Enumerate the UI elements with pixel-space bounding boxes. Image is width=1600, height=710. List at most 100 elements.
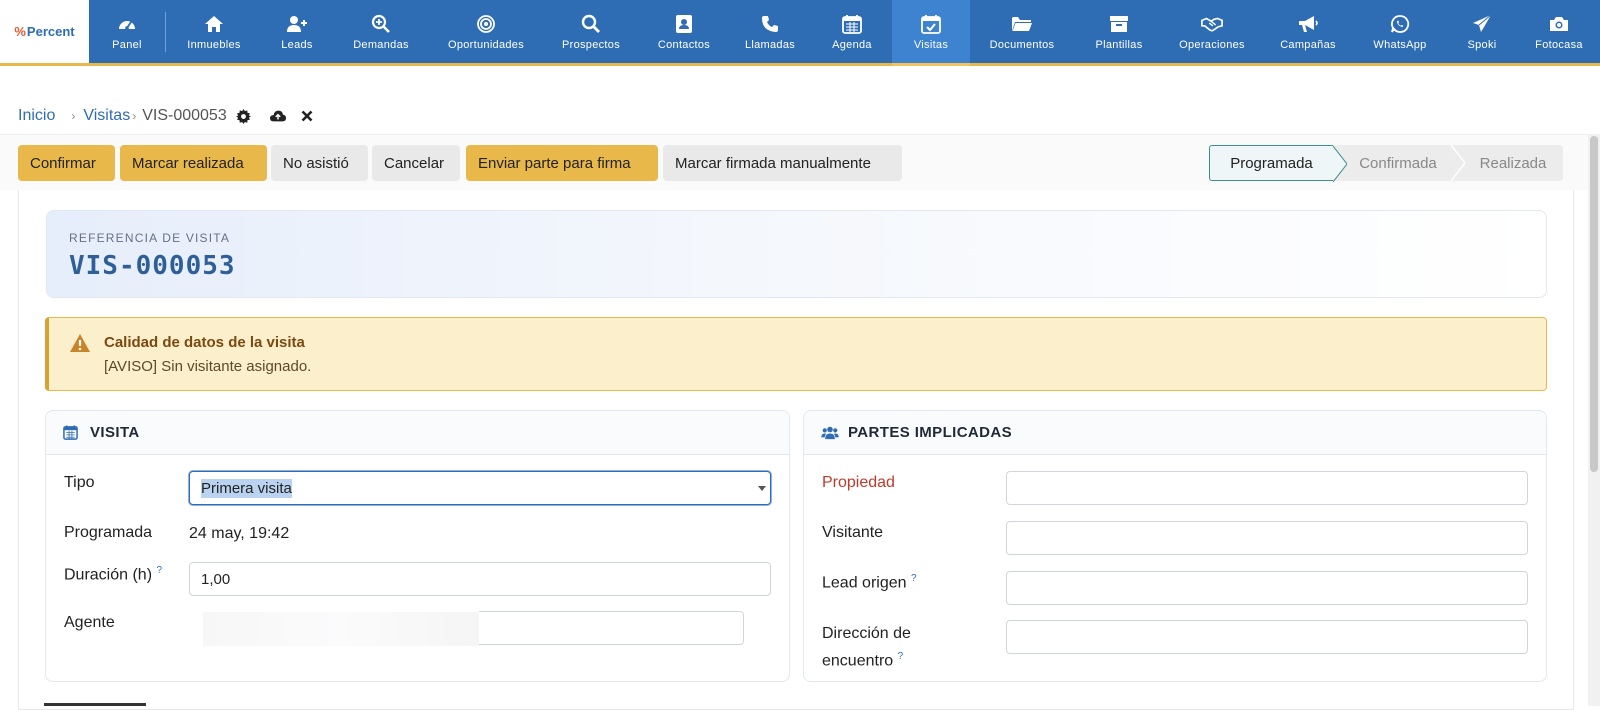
direccion-encuentro-input[interactable]	[1006, 620, 1528, 654]
nav-item-leads[interactable]: Leads	[262, 0, 332, 63]
chevron-down-icon	[758, 486, 766, 491]
breadcrumb-home-link[interactable]: Inicio	[18, 107, 55, 125]
phone-icon	[759, 13, 781, 35]
breadcrumb-visitas-link[interactable]: Visitas	[83, 107, 130, 125]
calendar-check-icon	[920, 13, 942, 35]
warning-icon	[70, 334, 90, 352]
close-icon[interactable]	[299, 108, 315, 124]
camera-icon	[1548, 13, 1570, 35]
lead-origen-input[interactable]	[1006, 571, 1528, 605]
nav-item-contactos[interactable]: Contactos	[640, 0, 728, 63]
tipo-selected-value: Primera visita	[201, 478, 292, 498]
nav-item-prospectos[interactable]: Prospectos	[542, 0, 640, 63]
nav-label: Operaciones	[1179, 38, 1245, 51]
home-icon	[203, 13, 225, 35]
breadcrumb-separator: ›	[71, 109, 76, 123]
gear-icon[interactable]	[236, 108, 252, 124]
mark-done-button[interactable]: Marcar realizada	[120, 145, 267, 181]
nav-item-documentos[interactable]: Documentos	[970, 0, 1074, 63]
help-icon[interactable]: ?	[156, 565, 162, 576]
nav-item-demandas[interactable]: Demandas	[332, 0, 430, 63]
nav-label: Plantillas	[1095, 38, 1143, 51]
users-icon	[821, 425, 839, 441]
page-scrollbar[interactable]	[1588, 134, 1600, 706]
nav-label: Leads	[281, 38, 313, 51]
whatsapp-icon	[1389, 13, 1411, 35]
top-navigation: % Percent Panel Inmuebles Leads Demandas …	[0, 0, 1600, 66]
programada-label: Programada	[64, 524, 153, 541]
folder-open-icon	[1011, 13, 1033, 35]
nav-label: Llamadas	[744, 38, 796, 51]
scrollbar-thumb[interactable]	[1590, 136, 1598, 472]
breadcrumb: Inicio › Visitas › VIS-000053	[18, 104, 315, 128]
propiedad-label: Propiedad	[822, 474, 895, 491]
nav-item-operaciones[interactable]: Operaciones	[1164, 0, 1260, 63]
nav-item-spoki[interactable]: Spoki	[1444, 0, 1520, 63]
nav-item-llamadas[interactable]: Llamadas	[728, 0, 812, 63]
duracion-label: Duración (h) ?	[64, 565, 162, 584]
nav-item-agenda[interactable]: Agenda	[812, 0, 892, 63]
action-bar: Confirmar Marcar realizada No asistió Ca…	[0, 134, 1588, 190]
stage-programada[interactable]: Programada	[1209, 145, 1347, 182]
nav-item-inmuebles[interactable]: Inmuebles	[166, 0, 262, 63]
nav-label: Inmuebles	[187, 38, 241, 51]
megaphone-icon	[1297, 13, 1319, 35]
tipo-select[interactable]: Primera visita	[189, 471, 771, 505]
visit-card-title: VISITA	[90, 424, 140, 441]
cancel-button[interactable]: Cancelar	[372, 145, 460, 181]
search-plus-icon	[370, 13, 392, 35]
direccion-label-line2: encuentro	[822, 652, 894, 670]
nav-label: Panel	[112, 38, 142, 51]
propiedad-input[interactable]	[1006, 471, 1528, 505]
lead-origen-label-text: Lead origen	[822, 574, 907, 592]
nav-label: Oportunidades	[447, 38, 525, 51]
agente-avatar-area	[203, 612, 480, 646]
programada-value: 24 may, 19:42	[189, 525, 290, 542]
nav-label: Fotocasa	[1535, 38, 1583, 51]
agente-label: Agente	[64, 614, 115, 631]
nav-item-visitas[interactable]: Visitas	[892, 0, 970, 66]
send-for-signature-button[interactable]: Enviar parte para firma	[466, 145, 658, 181]
nav-label: Contactos	[657, 38, 711, 51]
stage-label: Programada	[1230, 154, 1313, 172]
agente-select[interactable]	[479, 611, 744, 645]
nav-item-fotocasa[interactable]: Fotocasa	[1520, 0, 1598, 63]
visitante-input[interactable]	[1006, 521, 1528, 555]
breadcrumb-separator: ›	[132, 109, 137, 123]
parties-card-header: PARTES IMPLICADAS	[804, 411, 1546, 455]
no-show-button[interactable]: No asistió	[271, 145, 368, 181]
nav-label: Spoki	[1467, 38, 1497, 51]
stage-confirmada[interactable]: Confirmada	[1333, 145, 1465, 181]
parties-card-title: PARTES IMPLICADAS	[848, 424, 1013, 441]
help-icon[interactable]: ?	[898, 651, 904, 662]
status-stages: Programada Confirmada Realizada	[1209, 145, 1563, 182]
duracion-input[interactable]: 1,00	[189, 562, 771, 596]
confirm-button[interactable]: Confirmar	[18, 145, 115, 181]
user-plus-icon	[286, 13, 308, 35]
stage-arrow-icon	[1333, 146, 1347, 182]
breadcrumb-current: VIS-000053	[142, 107, 227, 124]
cloud-upload-icon[interactable]	[269, 108, 286, 124]
nav-label: Demandas	[353, 38, 409, 51]
direccion-label-line1: Dirección de	[822, 625, 911, 642]
help-icon[interactable]: ?	[911, 573, 917, 584]
nav-item-whatsapp[interactable]: WhatsApp	[1356, 0, 1444, 63]
nav-item-plantillas[interactable]: Plantillas	[1074, 0, 1164, 63]
nav-item-oportunidades[interactable]: Oportunidades	[430, 0, 542, 63]
direccion-encuentro-label: Dirección de encuentro ?	[822, 622, 911, 672]
nav-label: Documentos	[989, 38, 1055, 51]
address-book-icon	[673, 13, 695, 35]
nav-item-panel[interactable]: Panel	[89, 0, 165, 63]
nav-label: Campañas	[1280, 38, 1336, 51]
paper-plane-icon	[1471, 13, 1493, 35]
data-quality-alert: Calidad de datos de la visita [AVISO] Si…	[45, 317, 1547, 391]
calendar-icon	[841, 13, 863, 35]
nav-item-campanas[interactable]: Campañas	[1260, 0, 1356, 63]
app-logo[interactable]: % Percent	[0, 0, 89, 63]
search-icon	[580, 13, 602, 35]
handshake-icon	[1201, 13, 1223, 35]
mark-signed-manually-button[interactable]: Marcar firmada manualmente	[663, 145, 902, 181]
archive-icon	[1108, 13, 1130, 35]
stage-realizada[interactable]: Realizada	[1451, 145, 1563, 181]
target-icon	[475, 13, 497, 35]
